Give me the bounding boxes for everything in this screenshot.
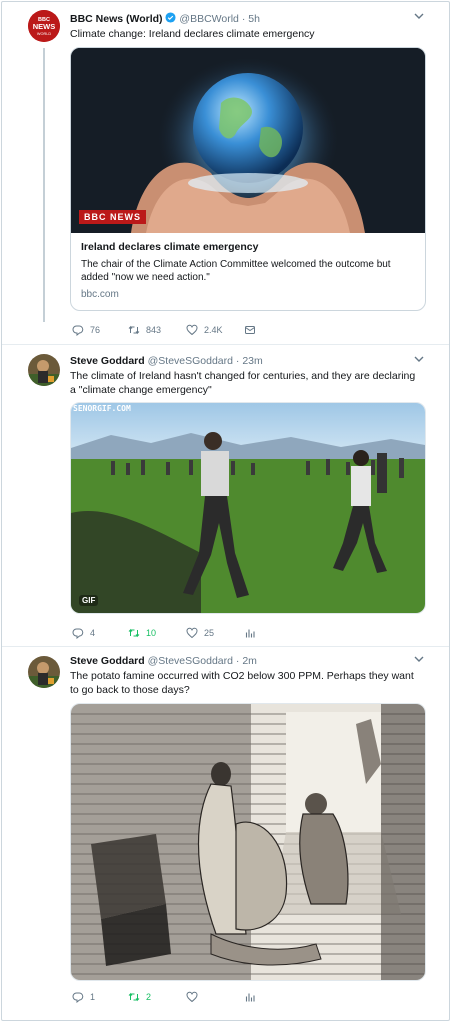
separator-dot: · bbox=[235, 655, 240, 667]
retweet-count: 2 bbox=[146, 992, 152, 1002]
tweet-actions: 1 2 bbox=[72, 991, 432, 1007]
analytics-icon bbox=[245, 629, 255, 638]
tweet-actions: 76 843 2.4K bbox=[72, 324, 432, 340]
retweet-icon bbox=[128, 992, 140, 1002]
timestamp[interactable]: 2m bbox=[242, 655, 257, 667]
like-icon bbox=[186, 991, 198, 1003]
separator-dot: · bbox=[241, 13, 246, 25]
card-domain: bbc.com bbox=[81, 289, 119, 300]
reply-button[interactable]: 76 bbox=[72, 324, 100, 336]
tweet-text: Climate change: Ireland declares climate… bbox=[70, 28, 315, 40]
handle[interactable]: @SteveSGoddard bbox=[148, 355, 233, 367]
tweet-header: Steve Goddard @SteveSGoddard · 2m bbox=[70, 655, 257, 667]
divider bbox=[2, 344, 449, 345]
display-name[interactable]: Steve Goddard bbox=[70, 655, 145, 667]
gif-badge: GIF bbox=[79, 595, 99, 606]
like-icon bbox=[186, 627, 198, 639]
avatar-image bbox=[28, 354, 60, 386]
like-button[interactable]: 2.4K bbox=[186, 324, 223, 336]
avatar-image bbox=[28, 656, 60, 688]
retweet-count: 843 bbox=[146, 325, 162, 335]
avatar-logo-line-3: WORLD bbox=[37, 32, 51, 36]
tweet-text: The potato famine occurred with CO2 belo… bbox=[70, 670, 414, 696]
timeline-frame: BBC NEWS WORLD BBC News (World) @BBCWorl… bbox=[1, 1, 450, 1021]
tweet-header: Steve Goddard @SteveSGoddard · 23m bbox=[70, 355, 263, 367]
thread-connector bbox=[43, 48, 45, 322]
separator-dot: · bbox=[235, 355, 240, 367]
chevron-down-icon[interactable] bbox=[414, 355, 424, 365]
gif-watermark: SENORGIF.COM bbox=[73, 404, 131, 413]
timestamp[interactable]: 5h bbox=[248, 13, 260, 25]
analytics-icon bbox=[245, 993, 255, 1002]
reply-count: 76 bbox=[90, 325, 101, 335]
bbc-news-logo: BBC NEWS WORLD bbox=[28, 10, 60, 42]
avatar[interactable]: BBC NEWS WORLD bbox=[28, 10, 60, 42]
avatar[interactable] bbox=[28, 656, 60, 688]
reply-button[interactable]: 4 bbox=[72, 627, 95, 639]
retweet-icon bbox=[128, 628, 140, 638]
display-name[interactable]: Steve Goddard bbox=[70, 355, 145, 367]
gif-image bbox=[71, 403, 425, 613]
card-body: Ireland declares climate emergency The c… bbox=[71, 233, 425, 300]
reply-count: 1 bbox=[90, 992, 96, 1002]
tweet-actions: 4 10 25 bbox=[72, 627, 432, 643]
analytics-button[interactable] bbox=[244, 991, 256, 1003]
retweet-button[interactable]: 2 bbox=[128, 991, 151, 1003]
dm-button[interactable] bbox=[244, 324, 256, 336]
famine-engraving-image bbox=[71, 704, 425, 980]
reply-icon bbox=[72, 325, 84, 336]
reply-button[interactable]: 1 bbox=[72, 991, 95, 1003]
retweet-button[interactable]: 10 bbox=[128, 627, 156, 639]
photo-media[interactable] bbox=[70, 703, 426, 981]
avatar[interactable] bbox=[28, 354, 60, 386]
chevron-down-icon[interactable] bbox=[414, 655, 424, 665]
divider bbox=[2, 646, 449, 647]
link-card[interactable]: BBC NEWS Ireland declares climate emerge… bbox=[70, 47, 426, 311]
reply-icon bbox=[72, 628, 84, 639]
timestamp[interactable]: 23m bbox=[242, 355, 262, 367]
analytics-button[interactable] bbox=[244, 627, 256, 639]
chevron-down-icon[interactable] bbox=[414, 12, 424, 22]
gif-media[interactable]: SENORGIF.COM GIF bbox=[70, 402, 426, 614]
card-title: Ireland declares climate emergency bbox=[81, 241, 259, 253]
retweet-count: 10 bbox=[146, 628, 157, 638]
avatar-logo-line-2: NEWS bbox=[33, 22, 56, 31]
reply-count: 4 bbox=[90, 628, 96, 638]
handle[interactable]: @BBCWorld bbox=[179, 13, 238, 25]
like-button[interactable]: 25 bbox=[186, 627, 214, 639]
verified-badge-icon bbox=[165, 12, 177, 23]
bbc-news-logo: BBC NEWS bbox=[79, 210, 146, 224]
reply-icon bbox=[72, 992, 84, 1003]
like-count: 2.4K bbox=[204, 325, 223, 335]
tweet-text: The climate of Ireland hasn't changed fo… bbox=[70, 370, 416, 396]
card-description: The chair of the Climate Action Committe… bbox=[81, 259, 391, 283]
dm-icon bbox=[245, 326, 255, 334]
like-button[interactable] bbox=[186, 991, 204, 1003]
like-count: 25 bbox=[204, 628, 215, 638]
card-image: BBC NEWS bbox=[71, 48, 425, 233]
earth-in-hands-image bbox=[71, 48, 425, 233]
retweet-button[interactable]: 843 bbox=[128, 324, 161, 336]
like-icon bbox=[186, 324, 198, 336]
handle[interactable]: @SteveSGoddard bbox=[148, 655, 233, 667]
tweet-header: BBC News (World) @BBCWorld · 5h bbox=[70, 12, 260, 25]
retweet-icon bbox=[128, 325, 140, 335]
display-name[interactable]: BBC News (World) bbox=[70, 13, 163, 25]
